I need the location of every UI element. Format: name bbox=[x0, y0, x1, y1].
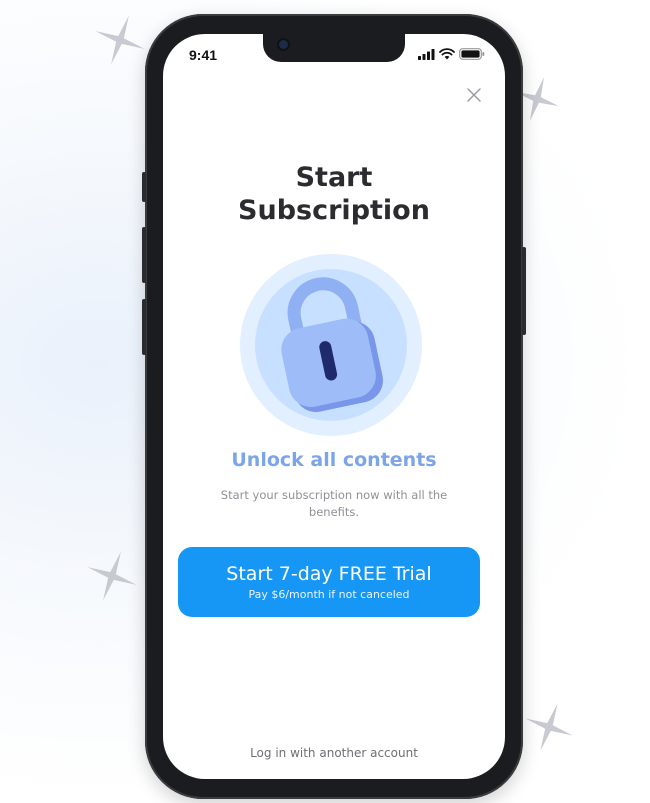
subscription-description: Start your subscription now with all the… bbox=[220, 488, 448, 519]
close-button[interactable] bbox=[463, 84, 485, 106]
price-note: Pay $6/month if not canceled bbox=[248, 588, 410, 601]
battery-icon bbox=[459, 48, 485, 60]
padlock-icon bbox=[240, 254, 422, 436]
phone-frame: 9:41 Start Subscription Unlock all conte… bbox=[142, 14, 526, 799]
close-icon bbox=[467, 88, 481, 102]
silent-switch bbox=[142, 172, 146, 202]
status-icons bbox=[418, 48, 485, 60]
camera-icon bbox=[279, 40, 288, 49]
unlock-headline: Unlock all contents bbox=[231, 449, 437, 471]
start-trial-button[interactable]: Start 7-day FREE Trial Pay $6/month if n… bbox=[178, 547, 480, 617]
title-line: Start bbox=[295, 162, 373, 193]
signal-icon bbox=[418, 48, 435, 60]
sparkle-icon bbox=[95, 15, 145, 65]
start-trial-label: Start 7-day FREE Trial bbox=[226, 563, 432, 585]
notch bbox=[263, 34, 405, 62]
app-screen: 9:41 Start Subscription Unlock all conte… bbox=[163, 34, 505, 779]
volume-down-button bbox=[142, 299, 146, 355]
status-time: 9:41 bbox=[189, 47, 218, 63]
lock-illustration bbox=[240, 254, 422, 436]
sparkle-icon bbox=[525, 703, 573, 751]
power-button bbox=[522, 247, 526, 335]
page-title: Start Subscription bbox=[163, 161, 505, 227]
sparkle-icon bbox=[87, 551, 137, 601]
wifi-icon bbox=[439, 48, 455, 60]
volume-up-button bbox=[142, 227, 146, 283]
login-other-account-link[interactable]: Log in with another account bbox=[163, 746, 505, 760]
title-line: Subscription bbox=[238, 195, 430, 226]
